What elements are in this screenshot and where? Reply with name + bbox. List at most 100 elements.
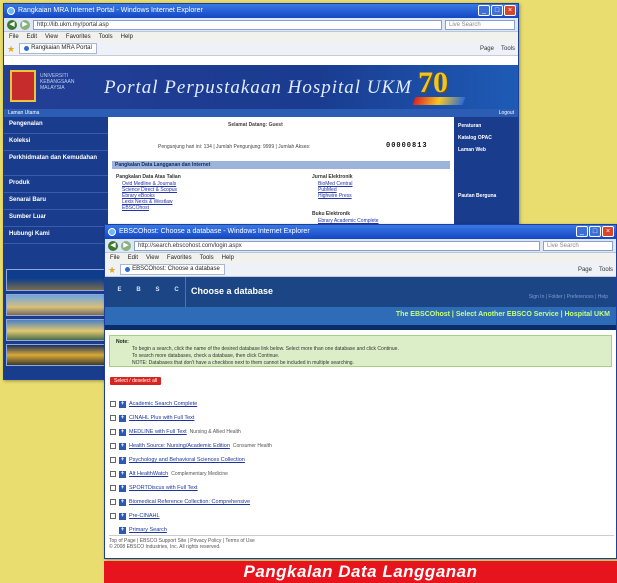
list-item: + Health Source: Nursing/Academic Edition… xyxy=(110,439,550,453)
database-checkbox[interactable] xyxy=(110,415,116,421)
database-link[interactable]: CINAHL Plus with Full Text xyxy=(129,415,194,421)
service-strip-text[interactable]: The EBSCOhost | Select Another EBSCO Ser… xyxy=(396,311,610,318)
info-icon[interactable]: + xyxy=(119,414,126,422)
list-item: + Psychology and Behavioral Sciences Coll… xyxy=(110,453,550,467)
logout-link[interactable]: Logout xyxy=(499,109,514,117)
page-menu[interactable]: Page xyxy=(480,46,494,52)
info-icon[interactable]: + xyxy=(119,428,126,436)
maximize-button[interactable]: □ xyxy=(491,5,503,16)
favorites-star-icon[interactable]: ★ xyxy=(108,265,116,275)
sidebar-item-produk[interactable]: Produk xyxy=(4,176,108,193)
window-titlebar: Rangkaian MRA Internet Portal - Windows … xyxy=(4,4,518,18)
right-item-pautan[interactable]: Pautan Berguna xyxy=(454,153,518,199)
database-link[interactable]: Health Source: Nursing/Academic Edition xyxy=(129,443,230,449)
info-icon[interactable]: + xyxy=(119,456,126,464)
visitor-counter: 00000813 xyxy=(386,142,428,150)
forward-icon[interactable]: ▶ xyxy=(121,240,131,251)
menu-favorites[interactable]: Favorites xyxy=(66,32,91,42)
sidebar-item-senarai-baru[interactable]: Senarai Baru xyxy=(4,193,108,210)
anniversary-logo: 70 xyxy=(418,66,448,99)
info-icon[interactable]: + xyxy=(119,498,126,506)
favorites-star-icon[interactable]: ★ xyxy=(7,44,15,54)
right-item-peraturan[interactable]: Peraturan xyxy=(454,117,518,129)
database-link[interactable]: Alt HealthWatch xyxy=(129,471,168,477)
hospital-photo xyxy=(6,269,106,291)
ie-logo-icon xyxy=(108,228,116,236)
ejournal-link[interactable]: Highwire Press xyxy=(318,193,352,199)
tools-menu[interactable]: Tools xyxy=(599,267,613,273)
info-icon[interactable]: + xyxy=(119,484,126,492)
menu-bar: File Edit View Favorites Tools Help xyxy=(4,32,518,42)
browser-tab[interactable]: EBSCOhost: Choose a database xyxy=(120,264,225,275)
database-link[interactable]: Biomedical Reference Collection: Compreh… xyxy=(129,499,250,505)
right-item-laman-web[interactable]: Laman Web xyxy=(454,141,518,153)
note-line: To begin a search, click the name of the… xyxy=(132,346,399,352)
menu-bar: File Edit View Favorites Tools Help xyxy=(105,253,616,263)
info-icon[interactable]: + xyxy=(119,512,126,520)
tools-menu[interactable]: Tools xyxy=(501,46,515,52)
info-icon[interactable]: + xyxy=(119,400,126,408)
header-links[interactable]: Sign In | Folder | Preferences | Help xyxy=(529,294,608,300)
database-checkbox[interactable] xyxy=(110,457,116,463)
menu-tools[interactable]: Tools xyxy=(200,253,214,263)
database-checkbox[interactable] xyxy=(110,485,116,491)
page-footer: Top of Page | EBSCO Support Site | Priva… xyxy=(109,538,255,550)
select-all-button[interactable]: Select / deselect all xyxy=(110,377,162,385)
sidebar-item-koleksi[interactable]: Koleksi xyxy=(4,134,108,151)
menu-file[interactable]: File xyxy=(9,32,19,42)
campus-photo xyxy=(6,294,106,316)
minimize-button[interactable]: _ xyxy=(478,5,490,16)
menu-view[interactable]: View xyxy=(45,32,58,42)
url-input[interactable]: http://lib.ukm.my/portal.asp xyxy=(33,19,442,30)
database-link[interactable]: Pre-CINAHL xyxy=(129,513,160,519)
url-input[interactable]: http://search.ebscohost.com/login.aspx xyxy=(134,240,540,251)
close-button[interactable]: × xyxy=(602,226,614,237)
database-link[interactable]: Psychology and Behavioral Sciences Colle… xyxy=(129,457,245,463)
database-note: Consumer Health xyxy=(232,443,272,449)
database-link[interactable]: Primary Search xyxy=(129,527,167,533)
database-checkbox[interactable] xyxy=(110,513,116,519)
menu-help[interactable]: Help xyxy=(222,253,234,263)
info-icon[interactable]: + xyxy=(119,470,126,478)
db-link[interactable]: EBSCOhost xyxy=(122,205,149,211)
menu-edit[interactable]: Edit xyxy=(128,253,138,263)
info-icon[interactable]: + xyxy=(119,442,126,450)
database-link[interactable]: MEDLINE with Full Text xyxy=(129,429,187,435)
database-checkbox[interactable] xyxy=(110,401,116,407)
database-link[interactable]: SPORTDiscus with Full Text xyxy=(129,485,198,491)
home-link[interactable]: Laman Utama xyxy=(8,109,39,117)
menu-favorites[interactable]: Favorites xyxy=(167,253,192,263)
menu-edit[interactable]: Edit xyxy=(27,32,37,42)
database-checkbox[interactable] xyxy=(110,429,116,435)
info-icon[interactable]: + xyxy=(119,526,126,534)
sidebar-item-perkhidmatan[interactable]: Perkhidmatan dan Kemudahan xyxy=(4,151,108,176)
sidebar-item-pengenalan[interactable]: Pengenalan xyxy=(4,117,108,134)
browser-tab[interactable]: Rangkaian MRA Portal xyxy=(19,43,97,54)
menu-help[interactable]: Help xyxy=(121,32,133,42)
ejournal-heading: Jurnal Elektronik xyxy=(312,174,353,180)
database-link[interactable]: Academic Search Complete xyxy=(129,401,197,407)
database-note: Nursing & Allied Health xyxy=(189,429,241,435)
menu-tools[interactable]: Tools xyxy=(99,32,113,42)
search-input[interactable]: Live Search xyxy=(543,240,613,251)
close-button[interactable]: × xyxy=(504,5,516,16)
sidebar-item-sumber-luar[interactable]: Sumber Luar xyxy=(4,210,108,227)
forward-icon[interactable]: ▶ xyxy=(20,19,30,30)
search-input[interactable]: Live Search xyxy=(445,19,515,30)
sidebar-item-hubungi[interactable]: Hubungi Kami xyxy=(4,227,108,244)
page-menu[interactable]: Page xyxy=(578,267,592,273)
back-icon[interactable]: ◀ xyxy=(108,240,118,251)
portal-nav-strip: Laman Utama Logout xyxy=(4,109,518,117)
ebsco-browser-window: EBSCOhost: Choose a database - Windows I… xyxy=(104,224,617,559)
minimize-button[interactable]: _ xyxy=(576,226,588,237)
database-checkbox[interactable] xyxy=(110,471,116,477)
back-icon[interactable]: ◀ xyxy=(7,19,17,30)
maximize-button[interactable]: □ xyxy=(589,226,601,237)
menu-file[interactable]: File xyxy=(110,253,120,263)
right-item-katalog[interactable]: Katalog OPAC xyxy=(454,129,518,141)
list-item: + MEDLINE with Full Text Nursing & Allied … xyxy=(110,425,550,439)
database-checkbox[interactable] xyxy=(110,443,116,449)
menu-view[interactable]: View xyxy=(146,253,159,263)
building-photo xyxy=(6,319,106,341)
database-checkbox[interactable] xyxy=(110,499,116,505)
